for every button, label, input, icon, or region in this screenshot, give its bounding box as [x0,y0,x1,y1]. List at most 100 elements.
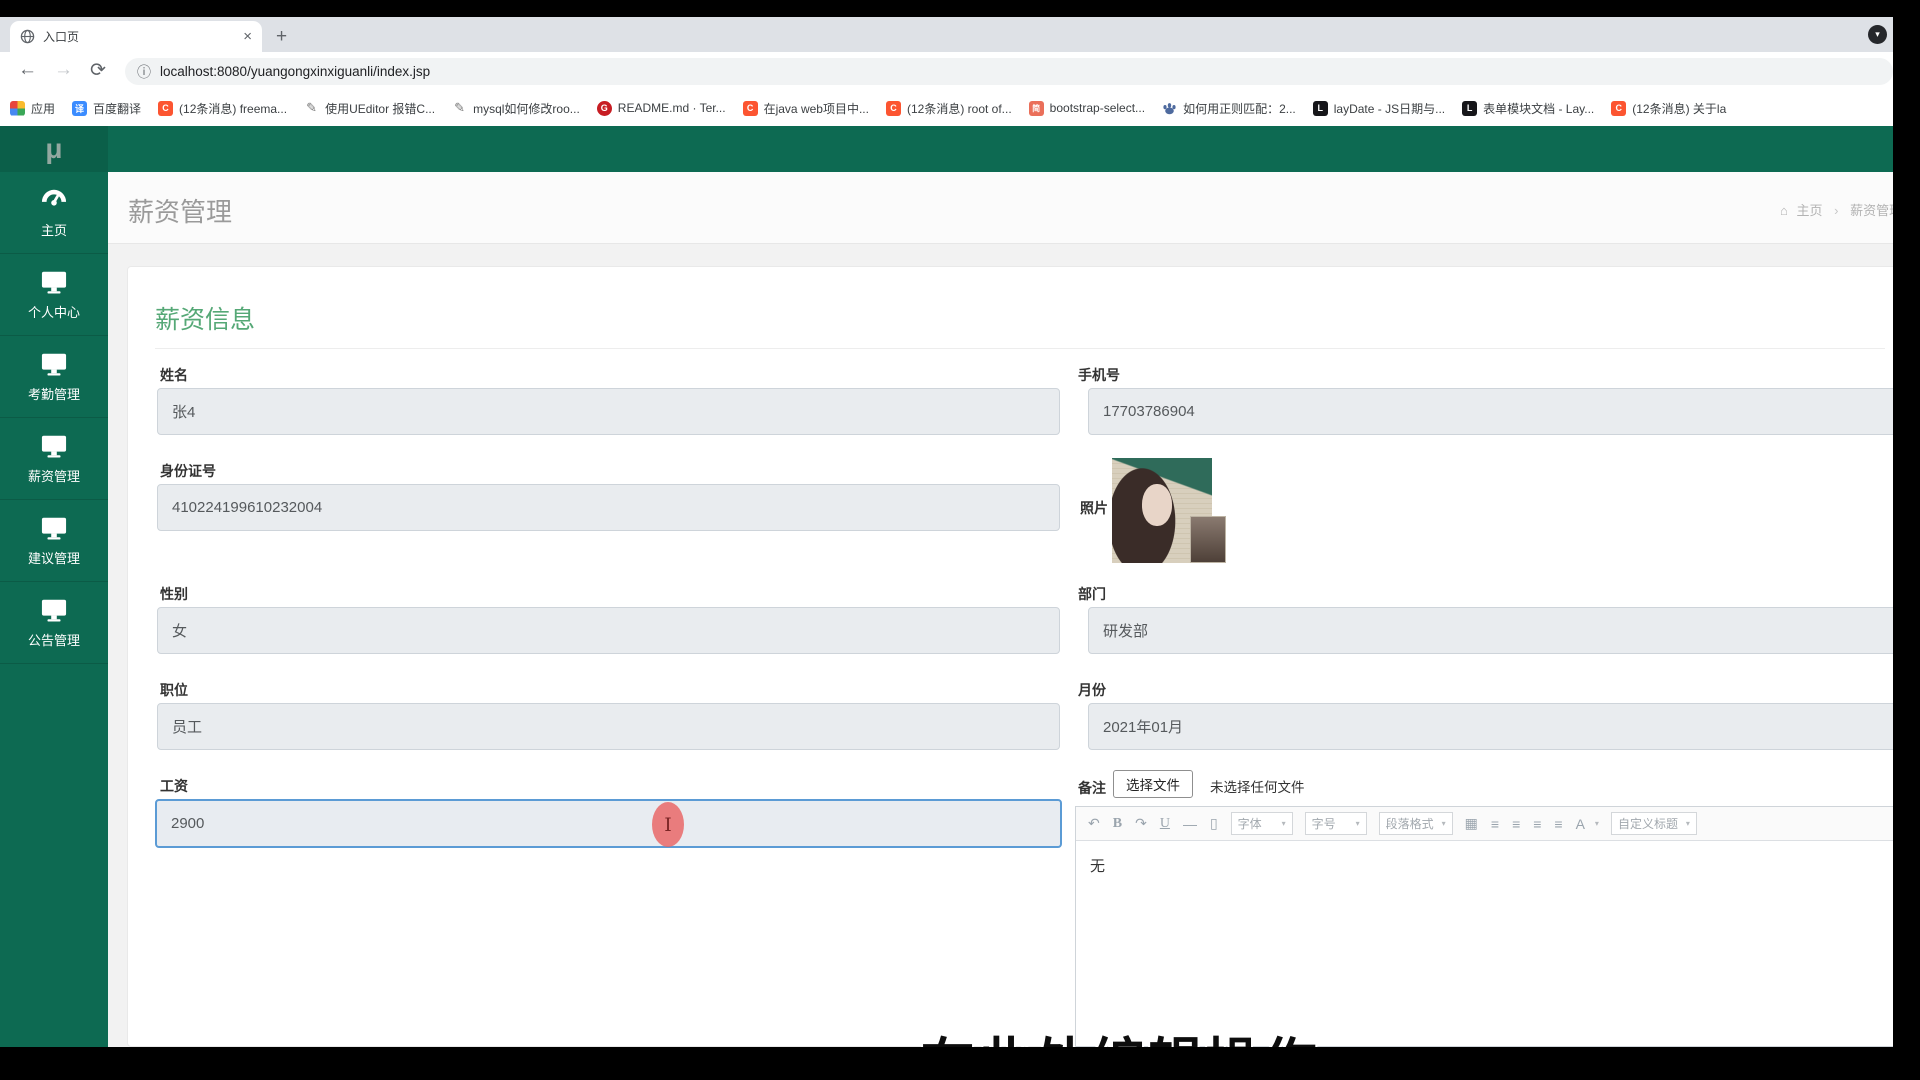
employee-photo [1112,458,1226,563]
bold-icon[interactable]: B [1113,816,1122,832]
chevron-down-icon: ▾ [1685,819,1690,828]
breadcrumb-separator: › [1834,203,1839,218]
id-number-label: 身份证号 [160,463,216,479]
layui-icon: L [1312,100,1328,116]
dashboard-icon [41,189,67,206]
sidebar-item-personal-center[interactable]: 个人中心 [0,254,108,336]
sidebar-item-announcements[interactable]: 公告管理 [0,582,108,664]
url-text[interactable]: localhost:8080/yuangongxinxiguanli/index… [160,64,430,79]
document-icon[interactable]: ▯ [1210,815,1218,832]
page-info-icon[interactable]: ⓘ [137,62,151,82]
letterbox-bottom [0,1047,1920,1080]
underline-icon[interactable]: U [1160,816,1170,832]
monitor-icon [41,353,67,376]
align-center-icon[interactable]: ≡ [1533,816,1541,832]
bookmark-jianshu[interactable]: 简 bootstrap-select... [1028,100,1145,116]
pen-icon: ✎ [454,100,466,115]
breadcrumb-home[interactable]: 主页 [1796,203,1822,218]
bookmark-baidu-translate[interactable]: 译 百度翻译 [72,100,141,117]
monitor-icon [41,599,67,622]
redo-icon[interactable]: ↷ [1135,815,1147,832]
chevron-down-icon: ▾ [1594,819,1599,828]
photo-label: 照片 [1080,500,1108,516]
baidu-translate-icon: 译 [72,100,88,116]
csdn-icon: C [1611,100,1627,116]
browser-tab[interactable]: 入口页 × [10,21,262,52]
salary-label: 工资 [160,778,188,794]
position-label: 职位 [160,682,188,698]
department-field[interactable]: 研发部 [1088,607,1910,654]
paragraph-format-select[interactable]: 段落格式 ▾ [1378,812,1453,835]
panel-title: 薪资信息 [155,306,256,334]
table-icon[interactable]: ▦ [1465,815,1478,832]
jianshu-icon: 简 [1028,100,1044,116]
photo-inset-thumbnail [1190,516,1226,563]
sidebar-item-home[interactable]: 主页 [0,172,108,254]
bookmark-ueditor[interactable]: ✎ 使用UEditor 报错C... [304,100,435,117]
bookmark-layui-form[interactable]: L 表单模块文档 - Lay... [1462,100,1594,117]
monitor-icon [41,517,67,540]
csdn-icon: C [885,100,901,116]
id-number-field[interactable]: 410224199610232004 [157,484,1060,531]
phone-label: 手机号 [1078,367,1120,383]
remark-label: 备注 [1078,780,1106,796]
bookmark-mysql[interactable]: ✎ mysql如何修改roo... [452,100,580,117]
phone-field[interactable]: 17703786904 [1088,388,1910,435]
font-family-select[interactable]: 字体 ▾ [1230,812,1293,835]
forward-icon[interactable]: → [54,59,73,81]
bookmarks-bar: 应用 译 百度翻译 C (12条消息) freema... ✎ 使用UEdito… [0,90,1920,126]
chevron-down-icon: ▾ [1355,819,1360,828]
align-left-icon[interactable]: ≡ [1491,816,1499,832]
globe-favicon-icon [20,29,35,44]
undo-icon[interactable]: ↶ [1088,815,1100,832]
bookmark-gitee-readme[interactable]: G README.md · Ter... [596,100,726,116]
sidebar-item-suggestions[interactable]: 建议管理 [0,500,108,582]
bookmark-csdn-2[interactable]: C 在java web项目中... [742,100,869,117]
reload-icon[interactable]: ⟳ [90,59,106,82]
rich-text-editor[interactable]: ↶ B ↷ U — ▯ 字体 ▾ 字号 ▾ 段落格式 ▾ ▦ ≡ ≡ ≡ ≡ A [1075,806,1910,1047]
sidebar-item-attendance[interactable]: 考勤管理 [0,336,108,418]
letterbox-right [1893,0,1920,1080]
csdn-icon: C [742,100,758,116]
bookmark-apps[interactable]: 应用 [10,100,55,117]
bookmark-baidu[interactable]: 如何用正则匹配：2... [1162,100,1296,117]
bookmark-csdn-4[interactable]: C (12条消息) 关于la [1611,100,1726,117]
monitor-icon [41,435,67,458]
month-field[interactable]: 2021年01月 [1088,703,1910,750]
gitee-icon: G [596,100,612,116]
font-color-icon[interactable]: A [1576,816,1585,832]
bookmark-csdn-1[interactable]: C (12条消息) freema... [158,100,287,117]
salary-field[interactable]: 2900 [155,799,1062,848]
csdn-icon: C [158,100,174,116]
page-header [108,172,1920,244]
align-right-icon[interactable]: ≡ [1512,816,1520,832]
horizontal-rule-icon[interactable]: — [1183,816,1197,832]
position-field[interactable]: 员工 [157,703,1060,750]
editor-content[interactable]: 无 [1076,841,1909,876]
bookmark-csdn-3[interactable]: C (12条消息) root of... [885,100,1012,117]
department-label: 部门 [1078,586,1106,602]
choose-file-button[interactable]: 选择文件 [1113,770,1193,798]
photo-face-shape [1142,484,1172,526]
new-tab-button[interactable]: + [276,26,287,48]
custom-title-select[interactable]: 自定义标题 ▾ [1610,812,1697,835]
browser-tab-strip [0,17,1920,52]
back-icon[interactable]: ← [18,59,37,81]
page-title: 薪资管理 [128,197,233,227]
font-size-select[interactable]: 字号 ▾ [1304,812,1367,835]
home-icon: ⌂ [1780,203,1788,218]
tab-close-icon[interactable]: × [243,29,252,44]
month-label: 月份 [1078,682,1106,698]
bookmark-laydate[interactable]: L layDate - JS日期与... [1312,100,1445,117]
address-bar[interactable]: ⓘ localhost:8080/yuangongxinxiguanli/ind… [125,58,1893,85]
name-field[interactable]: 张4 [157,388,1060,435]
apps-grid-icon [10,100,25,116]
align-justify-icon[interactable]: ≡ [1554,816,1562,832]
sidebar-item-salary[interactable]: 薪资管理 [0,418,108,500]
sidebar: 主页 个人中心 考勤管理 薪资管理 建议管理 公告管理 [0,172,108,1047]
gender-field[interactable]: 女 [157,607,1060,654]
panel-divider [155,348,1885,349]
tab-search-button[interactable]: ▾ [1868,25,1887,44]
pen-icon: ✎ [306,100,318,115]
app-logo[interactable]: μ [0,126,108,172]
